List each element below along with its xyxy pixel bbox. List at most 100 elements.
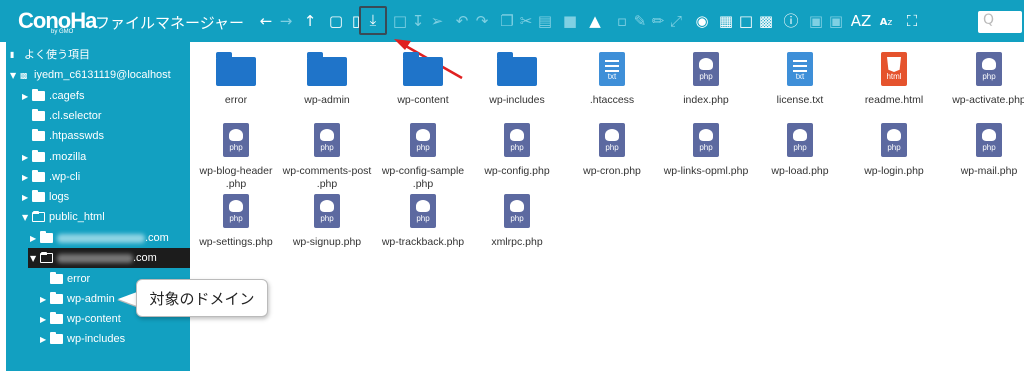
sort-icon[interactable]: Az [876,13,896,33]
sidebar-item-mozilla[interactable]: ▶ .mozilla [22,147,86,167]
sidebar-item-cagefs[interactable]: ▶ .cagefs [22,86,84,106]
redacted-text [57,253,133,263]
sidebar-item-label: .com [133,252,157,264]
cut-icon[interactable]: ✂ [516,11,536,31]
sidebar-item-cl-selector[interactable]: .cl.selector [22,106,102,126]
download-icon[interactable]: ↧ [408,11,428,31]
sidebar-item-label: .htpasswds [49,130,105,142]
rename-icon[interactable]: ▫ [612,11,632,31]
search-input[interactable]: Q [978,11,1022,33]
file-item[interactable]: txt .htaccess [566,46,658,107]
folder-icon [32,89,45,101]
file-name: wp-trackback.php [381,236,465,248]
chevron-down-icon: ▼ [10,70,17,80]
sidebar-item-label: wp-admin [67,293,115,305]
toolbar: ConoHa by GMO ファイルマネージャー ← → ↑ ▢ ▯ ⤓ □ ↧… [0,0,1024,42]
select-none-icon[interactable]: □ [736,11,756,31]
paste-icon[interactable]: ▤ [535,11,555,31]
file-item[interactable]: php xmlrpc.php [471,188,563,249]
file-item[interactable]: php wp-signup.php [281,188,373,249]
sidebar-item-root[interactable]: ▼ ▩ iyedm_c6131119@localhost [10,65,171,85]
file-name: wp-content [397,94,449,106]
edit-icon[interactable]: ✎ [630,11,650,31]
sidebar-item-label: wp-content [67,313,121,325]
sidebar-item-htpasswds[interactable]: .htpasswds [22,126,104,146]
file-item[interactable]: php wp-settings.php [190,188,282,249]
sidebar-item-label: .mozilla [49,151,87,163]
select-icon[interactable]: ➢ [427,11,447,31]
sidebar-item-label: .com [145,232,169,244]
copy-icon[interactable]: ❐ [497,11,517,31]
archive-icon[interactable]: ▣ [806,11,826,31]
sidebar-item-wp-admin[interactable]: ▶ wp-admin [40,289,115,309]
folder-item[interactable]: wp-includes [471,46,563,107]
sidebar-item-wp-includes[interactable]: ▶ wp-includes [40,329,125,349]
select-all-icon[interactable]: ▦ [716,11,736,31]
sidebar-item-domain-1[interactable]: ▶ .com [30,228,169,248]
app-title: ファイルマネージャー [95,15,244,32]
file-item[interactable]: php wp-links-opml.php [660,117,752,178]
sidebar-item-label: public_html [49,211,105,223]
file-name: wp-config.php [484,165,550,177]
file-name: error [224,94,248,106]
sidebar-item-error[interactable]: error [50,269,90,289]
sidebar-item-public-html[interactable]: ▼ public_html [22,207,105,227]
trash-icon[interactable]: ■ [560,11,580,31]
file-item[interactable]: php wp-trackback.php [377,188,469,249]
back-icon[interactable]: ← [256,11,276,31]
file-name: wp-links-opml.php [663,165,749,177]
file-name: wp-login.php [864,165,924,177]
folder-icon [50,332,63,344]
file-name: index.php [683,94,729,106]
txt-file-icon: txt [754,46,846,86]
forward-icon[interactable]: → [276,11,296,31]
pencil-icon[interactable]: ✏ [648,11,668,31]
sidebar-item-logs[interactable]: ▶ logs [22,187,69,207]
php-file-icon: php [190,117,282,157]
sidebar-item-label: iyedm_c6131119@localhost [34,69,171,81]
file-name: wp-mail.php [960,165,1018,177]
sidebar-item-wp-cli[interactable]: ▶ .wp-cli [22,167,80,187]
file-item[interactable]: txt license.txt [754,46,846,107]
sidebar-item-label: .cagefs [49,90,85,102]
file-item[interactable]: php wp-config.php [471,117,563,178]
folder-item[interactable]: error [190,46,282,107]
file-item[interactable]: php wp-cron.php [566,117,658,178]
file-item[interactable]: php wp-blog-header .php [190,117,282,191]
new-folder-icon[interactable]: ▢ [326,11,346,31]
file-item[interactable]: php wp-load.php [754,117,846,178]
undo-icon[interactable]: ↶ [452,11,472,31]
extract-icon[interactable]: ▣ [826,11,846,31]
upload-icon[interactable]: ⤓ [359,6,387,35]
redo-icon[interactable]: ↷ [472,11,492,31]
up-icon[interactable]: ↑ [300,11,320,31]
file-name: wp-admin [304,94,350,106]
invert-icon[interactable]: ▩ [756,11,776,31]
info-icon[interactable]: ⓘ [781,11,801,31]
fullscreen-icon[interactable]: ⛶ [902,11,922,31]
folder-icon [32,150,45,162]
callout-pointer [118,292,137,306]
folder-icon[interactable]: □ [390,11,410,31]
sidebar-item-wp-content[interactable]: ▶ wp-content [40,309,121,329]
folder-icon [50,312,63,324]
file-item[interactable]: php wp-mail.php [943,117,1024,178]
file-item[interactable]: php wp-activate.php [943,46,1024,107]
file-item[interactable]: php wp-login.php [848,117,940,178]
resize-icon[interactable]: ⤢ [666,11,686,31]
file-item[interactable]: php index.php [660,46,752,107]
php-file-icon: php [471,188,563,228]
sidebar-item-favorites[interactable]: ▮ よく使う項目 [10,44,90,64]
duplicate-icon[interactable]: ▲ [585,11,605,31]
sort-icon[interactable]: AZ [851,11,872,31]
file-item[interactable]: php wp-config-sample .php [377,117,469,191]
file-item[interactable]: php wp-comments-post .php [281,117,373,191]
chevron-down-icon: ▼ [22,212,29,222]
file-item[interactable]: html readme.html [848,46,940,107]
sidebar-item-domain-2[interactable]: ▼ .com [30,248,157,268]
folder-item[interactable]: wp-content [377,46,469,107]
folder-icon [190,46,282,86]
file-name: wp-settings.php [199,236,273,248]
folder-item[interactable]: wp-admin [281,46,373,107]
preview-icon[interactable]: ◉ [692,11,712,31]
